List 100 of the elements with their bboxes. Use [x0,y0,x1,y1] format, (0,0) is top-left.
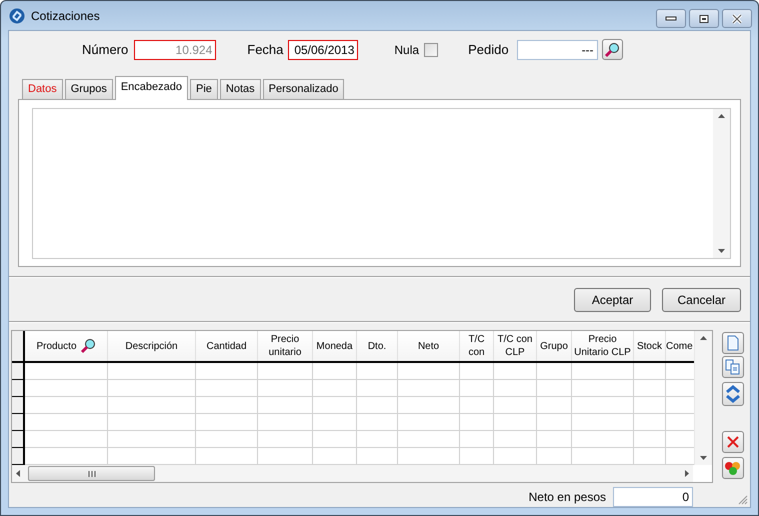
table-cell[interactable] [572,380,634,397]
column-header[interactable]: Precio unitario [258,331,313,361]
scroll-left-arrow-icon[interactable] [16,470,20,477]
table-cell[interactable] [572,363,634,380]
column-header[interactable]: T/C con CLP [494,331,537,361]
vertical-scrollbar[interactable] [713,109,730,258]
table-cell[interactable] [313,431,357,448]
table-cell[interactable] [313,397,357,414]
table-cell[interactable] [460,380,494,397]
scroll-right-arrow-icon[interactable] [685,470,689,477]
scroll-up-arrow-icon[interactable] [700,336,707,340]
table-cell[interactable] [258,414,313,431]
table-cell[interactable] [537,414,572,431]
table-cell[interactable] [572,397,634,414]
table-cell[interactable] [357,414,398,431]
table-cell[interactable] [357,380,398,397]
scroll-up-arrow-icon[interactable] [718,114,725,118]
column-header[interactable]: Stock [634,331,666,361]
table-cell[interactable] [494,414,537,431]
table-cell[interactable] [398,380,460,397]
table-cell[interactable] [398,363,460,380]
column-header[interactable]: Cantidad [196,331,258,361]
table-cell[interactable] [572,414,634,431]
column-header[interactable]: Neto [398,331,460,361]
row-header[interactable] [12,414,25,431]
table-cell[interactable] [537,363,572,380]
column-header[interactable]: Precio Unitario CLP [572,331,634,361]
vertical-scrollbar[interactable] [694,331,712,465]
tab[interactable]: Grupos [64,79,113,99]
tab[interactable]: Notas [220,79,261,99]
table-cell[interactable] [537,380,572,397]
table-cell[interactable] [258,431,313,448]
table-cell[interactable] [313,380,357,397]
row-header[interactable] [12,380,25,397]
column-header[interactable]: Producto [25,331,108,361]
table-cell[interactable] [25,397,108,414]
table-cell[interactable] [357,431,398,448]
copy-button[interactable] [722,356,744,378]
table-cell[interactable] [494,380,537,397]
column-header[interactable]: Dto. [357,331,398,361]
table-cell[interactable] [460,414,494,431]
search-button[interactable] [602,39,623,60]
pedido-field[interactable]: --- [516,40,598,60]
row-header[interactable] [12,363,25,380]
table-cell[interactable] [634,397,666,414]
table-cell[interactable] [494,397,537,414]
table-cell[interactable] [537,431,572,448]
table-cell[interactable] [108,380,196,397]
table-cell[interactable] [313,363,357,380]
table-cell[interactable] [494,431,537,448]
table-cell[interactable] [258,363,313,380]
column-header[interactable]: Descripción [108,331,196,361]
table-cell[interactable] [634,414,666,431]
accept-button[interactable]: Aceptar [574,288,651,312]
table-cell[interactable] [494,363,537,380]
minimize-button[interactable] [656,9,686,28]
table-cell[interactable] [108,414,196,431]
table-cell[interactable] [108,363,196,380]
table-cell[interactable] [313,414,357,431]
hearts-button[interactable] [722,457,744,479]
table-cell[interactable] [460,397,494,414]
column-header[interactable]: Moneda [313,331,357,361]
close-button[interactable] [722,9,752,28]
nula-checkbox[interactable] [424,42,438,56]
table-cell[interactable] [460,431,494,448]
tab[interactable]: Datos [22,79,63,99]
new-document-button[interactable] [722,332,744,354]
table-cell[interactable] [196,431,258,448]
table-cell[interactable] [25,414,108,431]
row-header[interactable] [12,431,25,448]
table-cell[interactable] [108,397,196,414]
delete-button[interactable] [722,431,744,453]
table-cell[interactable] [537,397,572,414]
tab[interactable]: Personalizado [262,79,344,99]
table-cell[interactable] [196,380,258,397]
column-header[interactable]: T/C con [460,331,494,361]
tab[interactable]: Encabezado [114,76,188,100]
scroll-down-arrow-icon[interactable] [700,456,707,460]
table-cell[interactable] [357,397,398,414]
table-cell[interactable] [357,363,398,380]
table-cell[interactable] [398,431,460,448]
maximize-button[interactable] [689,9,719,28]
fecha-field[interactable]: 05/06/2013 [288,40,358,60]
table-cell[interactable] [258,380,313,397]
table-cell[interactable] [634,380,666,397]
horizontal-scrollbar[interactable] [12,465,693,482]
move-up-down-button[interactable] [722,382,744,406]
table-cell[interactable] [108,431,196,448]
column-header[interactable]: Grupo [537,331,572,361]
scroll-down-arrow-icon[interactable] [718,249,725,253]
table-cell[interactable] [572,431,634,448]
table-cell[interactable] [398,414,460,431]
tab[interactable]: Pie [190,79,218,99]
table-cell[interactable] [398,397,460,414]
table-cell[interactable] [460,363,494,380]
scroll-thumb[interactable] [28,466,155,481]
row-header[interactable] [12,448,25,465]
numero-field[interactable]: 10.924 [134,40,216,60]
cancel-button[interactable]: Cancelar [662,288,741,312]
table-cell[interactable] [25,380,108,397]
